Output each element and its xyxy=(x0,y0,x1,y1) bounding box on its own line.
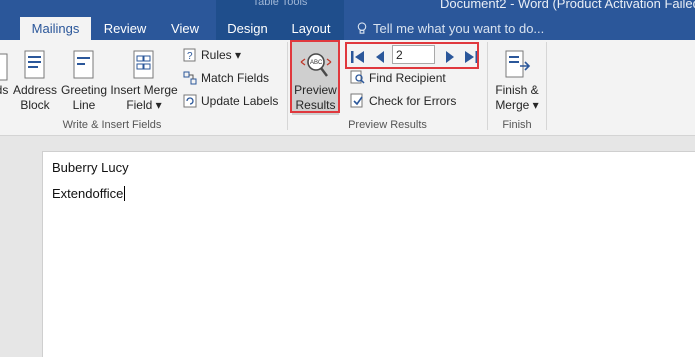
group-separator xyxy=(546,42,547,130)
address-block-icon xyxy=(24,50,45,79)
finish-merge-button[interactable]: Finish & Merge ▾ xyxy=(490,50,544,113)
match-fields-button[interactable]: Match Fields xyxy=(183,69,269,87)
finish-merge-label-2: Merge ▾ xyxy=(495,98,539,112)
tab-layout[interactable]: Layout xyxy=(285,17,337,40)
preview-results-highlight-box xyxy=(290,40,340,113)
document-line-2-text: Extendoffice xyxy=(52,186,124,201)
insert-merge-field-icon xyxy=(133,50,154,79)
document-line-2: Extendoffice xyxy=(52,186,126,201)
insert-merge-field-label-2: Field ▾ xyxy=(126,98,162,112)
address-block-label-2: Block xyxy=(20,98,50,112)
check-for-errors-button[interactable]: Check for Errors xyxy=(350,92,456,110)
document-line-1: Buberry Lucy xyxy=(52,160,129,175)
group-separator xyxy=(287,42,288,130)
rules-label: Rules ▾ xyxy=(201,48,242,62)
find-recipient-icon xyxy=(350,70,365,84)
greeting-line-icon xyxy=(73,50,94,79)
tell-me-box[interactable]: Tell me what you want to do... xyxy=(357,17,544,40)
match-fields-label: Match Fields xyxy=(201,71,270,85)
document-page[interactable]: Buberry Lucy Extendoffice xyxy=(42,151,695,357)
address-block-label-1: Address xyxy=(12,83,58,97)
tab-review[interactable]: Review xyxy=(95,17,155,40)
find-recipient-button[interactable]: Find Recipient xyxy=(350,69,446,87)
lightbulb-icon xyxy=(357,22,367,34)
tell-me-text: Tell me what you want to do... xyxy=(373,21,545,36)
update-labels-button[interactable]: Update Labels xyxy=(183,92,278,110)
write-insert-fields-group-label: Write & Insert Fields xyxy=(62,119,162,131)
check-for-errors-label: Check for Errors xyxy=(369,94,457,108)
record-navigation-highlight-box xyxy=(345,42,479,69)
match-fields-icon xyxy=(183,71,197,85)
svg-text:?: ? xyxy=(187,51,193,62)
finish-merge-icon xyxy=(505,50,531,78)
update-labels-icon xyxy=(183,94,197,108)
check-errors-icon xyxy=(350,93,363,108)
title-bar: Table Tools Document2 - Word (Product Ac… xyxy=(0,0,695,40)
preview-results-group-label: Preview Results xyxy=(348,119,427,131)
greeting-line-label-1: Greeting xyxy=(60,83,108,97)
table-tools-label: Table Tools xyxy=(252,0,308,8)
rules-button[interactable]: ? Rules ▾ xyxy=(183,46,241,64)
tab-view[interactable]: View xyxy=(160,17,210,40)
rules-icon: ? xyxy=(183,48,196,62)
tab-design[interactable]: Design xyxy=(220,17,275,40)
address-block-button[interactable]: Address Block xyxy=(10,50,60,113)
group-separator xyxy=(487,42,488,130)
text-cursor xyxy=(124,186,126,201)
update-labels-label: Update Labels xyxy=(201,94,279,108)
finish-merge-label-1: Finish & xyxy=(495,83,539,97)
greeting-line-button[interactable]: Greeting Line xyxy=(60,50,108,113)
finish-group-label: Finish xyxy=(502,119,532,131)
find-recipient-label: Find Recipient xyxy=(369,71,446,85)
document-title: Document2 - Word (Product Activation Fai… xyxy=(440,0,695,11)
tab-mailings[interactable]: Mailings xyxy=(20,17,91,40)
insert-merge-field-label-1: Insert Merge xyxy=(110,83,178,97)
greeting-line-label-2: Line xyxy=(72,98,96,112)
insert-merge-field-button[interactable]: Insert Merge Field ▾ xyxy=(109,50,179,113)
